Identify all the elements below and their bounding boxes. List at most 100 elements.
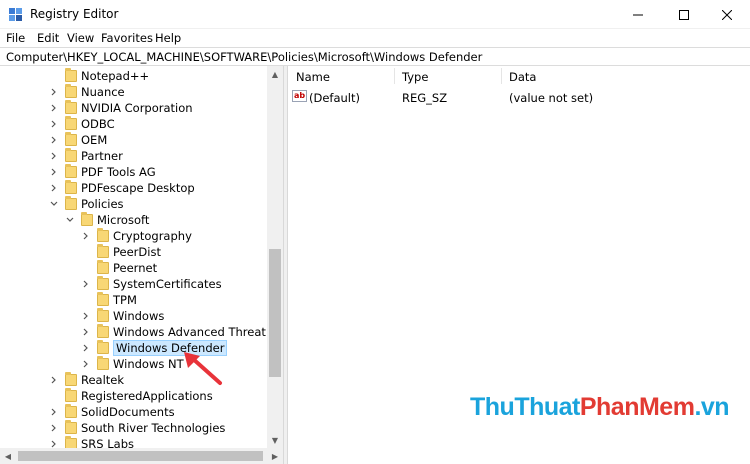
folder-icon: [97, 340, 109, 354]
maximize-button[interactable]: [661, 0, 707, 29]
registry-key-tree[interactable]: Notepad++ Nuance NVIDIA Corporation ODBC OEM…: [0, 66, 283, 448]
tree-vertical-scroll-thumb[interactable]: [269, 249, 281, 377]
menu-help[interactable]: Help: [155, 31, 181, 45]
menu-edit[interactable]: Edit: [37, 31, 59, 45]
chevron-right-icon[interactable]: [81, 231, 91, 241]
chevron-right-icon[interactable]: [49, 423, 59, 433]
tree-item-label: Peernet: [113, 261, 158, 275]
registry-editor-icon: [9, 8, 22, 21]
chevron-right-icon[interactable]: [81, 311, 91, 321]
tree-item-label: Microsoft: [97, 213, 150, 227]
tree-item[interactable]: NVIDIA Corporation: [0, 100, 283, 116]
tree-item[interactable]: RegisteredApplications: [0, 388, 283, 404]
folder-icon: [65, 196, 77, 210]
scroll-up-arrow-icon[interactable]: ▲: [267, 66, 283, 82]
tree-item[interactable]: Peernet: [0, 260, 283, 276]
menu-favorites[interactable]: Favorites: [101, 31, 153, 45]
scroll-down-arrow-icon[interactable]: ▼: [267, 432, 283, 448]
chevron-right-icon[interactable]: [81, 343, 91, 353]
folder-icon: [97, 276, 109, 290]
close-button[interactable]: [704, 0, 750, 29]
tree-item-label: Windows Advanced Threat Protec: [113, 325, 283, 339]
tree-item-label: OEM: [81, 133, 108, 147]
tree-item-label: PDFescape Desktop: [81, 181, 195, 195]
menu-file[interactable]: File: [6, 31, 25, 45]
tree-horizontal-scrollbar[interactable]: ◀ ▶: [0, 448, 283, 464]
tree-item[interactable]: Windows Defender: [0, 340, 283, 356]
tree-item-label: PeerDist: [113, 245, 161, 259]
tree-item-label: PDF Tools AG: [81, 165, 156, 179]
tree-item[interactable]: Microsoft: [0, 212, 283, 228]
folder-icon: [97, 292, 109, 306]
column-header-data[interactable]: Data: [501, 66, 750, 86]
chevron-right-icon[interactable]: [81, 327, 91, 337]
chevron-right-icon[interactable]: [81, 359, 91, 369]
folder-icon: [65, 420, 77, 434]
folder-icon: [81, 212, 93, 226]
scroll-right-arrow-icon[interactable]: ▶: [267, 448, 283, 464]
column-header-type[interactable]: Type: [394, 66, 501, 86]
tree-item[interactable]: South River Technologies: [0, 420, 283, 436]
tree-item-label: Realtek: [81, 373, 125, 387]
chevron-right-icon[interactable]: [49, 103, 59, 113]
scroll-left-arrow-icon[interactable]: ◀: [0, 448, 16, 464]
chevron-right-icon[interactable]: [49, 119, 59, 129]
tree-item[interactable]: OEM: [0, 132, 283, 148]
folder-icon: [97, 228, 109, 242]
chevron-right-icon[interactable]: [81, 279, 91, 289]
tree-vertical-scrollbar[interactable]: ▲ ▼: [267, 66, 283, 448]
tree-item[interactable]: ODBC: [0, 116, 283, 132]
chevron-right-icon[interactable]: [49, 151, 59, 161]
tree-item-label: SRS Labs: [81, 437, 134, 448]
value-name: (Default): [309, 91, 360, 105]
tree-item[interactable]: Windows: [0, 308, 283, 324]
chevron-down-icon[interactable]: [65, 215, 75, 225]
folder-icon: [97, 308, 109, 322]
folder-icon: [65, 372, 77, 386]
chevron-right-icon[interactable]: [49, 183, 59, 193]
column-header-name[interactable]: Name: [288, 66, 394, 86]
folder-icon: [97, 244, 109, 258]
tree-item[interactable]: SystemCertificates: [0, 276, 283, 292]
tree-item[interactable]: PDFescape Desktop: [0, 180, 283, 196]
chevron-right-icon[interactable]: [49, 375, 59, 385]
minimize-icon: [633, 14, 643, 15]
menu-bar: File Edit View Favorites Help: [0, 29, 750, 47]
tree-horizontal-scroll-thumb[interactable]: [18, 451, 263, 461]
tree-item-label: SystemCertificates: [113, 277, 222, 291]
chevron-right-icon[interactable]: [49, 167, 59, 177]
chevron-right-icon[interactable]: [49, 135, 59, 145]
menu-view[interactable]: View: [67, 31, 94, 45]
tree-item[interactable]: Policies: [0, 196, 283, 212]
tree-item[interactable]: SRS Labs: [0, 436, 283, 448]
tree-item[interactable]: Windows NT: [0, 356, 283, 372]
tree-item[interactable]: PDF Tools AG: [0, 164, 283, 180]
tree-item[interactable]: Windows Advanced Threat Protec: [0, 324, 283, 340]
minimize-button[interactable]: [615, 0, 661, 29]
watermark: ThuThuatPhanMem.vn: [470, 393, 730, 422]
column-header-name-label: Name: [296, 70, 330, 84]
chevron-down-icon[interactable]: [49, 199, 59, 209]
tree-item[interactable]: Cryptography: [0, 228, 283, 244]
chevron-right-icon[interactable]: [49, 407, 59, 417]
tree-item[interactable]: SolidDocuments: [0, 404, 283, 420]
tree-item[interactable]: Nuance: [0, 84, 283, 100]
chevron-right-icon[interactable]: [49, 87, 59, 97]
folder-icon: [97, 356, 109, 370]
tree-item-label: South River Technologies: [81, 421, 226, 435]
tree-item[interactable]: Notepad++: [0, 68, 283, 84]
folder-icon: [65, 180, 77, 194]
folder-icon: [65, 436, 77, 448]
annotation-arrow-icon: [184, 352, 222, 385]
tree-item[interactable]: PeerDist: [0, 244, 283, 260]
tree-item[interactable]: Partner: [0, 148, 283, 164]
chevron-right-icon[interactable]: [49, 439, 59, 448]
tree-item[interactable]: Realtek: [0, 372, 283, 388]
close-icon: [722, 9, 732, 20]
address-bar[interactable]: Computer\HKEY_LOCAL_MACHINE\SOFTWARE\Pol…: [0, 47, 750, 66]
folder-icon: [97, 260, 109, 274]
folder-icon: [65, 84, 77, 98]
tree-item[interactable]: TPM: [0, 292, 283, 308]
tree-item-label: ODBC: [81, 117, 115, 131]
folder-icon: [65, 164, 77, 178]
